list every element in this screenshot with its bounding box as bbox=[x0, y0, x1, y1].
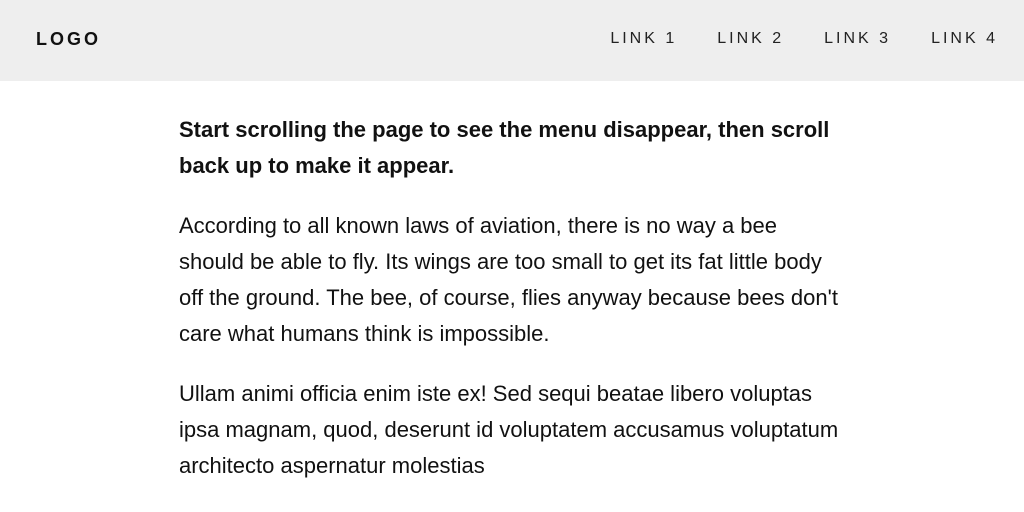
nav-item: LINK 4 bbox=[891, 28, 998, 50]
top-menu-bar: LOGO LINK 1 LINK 2 LINK 3 LINK 4 bbox=[0, 0, 1024, 81]
paragraph-1: According to all known laws of aviation,… bbox=[179, 213, 838, 346]
nav-link-3[interactable]: LINK 3 bbox=[824, 28, 891, 50]
intro-text: Start scrolling the page to see the menu… bbox=[179, 117, 830, 178]
main-content: Start scrolling the page to see the menu… bbox=[179, 112, 839, 508]
logo[interactable]: LOGO bbox=[36, 28, 101, 50]
paragraph-2: Ullam animi officia enim iste ex! Sed se… bbox=[179, 381, 839, 478]
nav-item: LINK 1 bbox=[610, 28, 677, 50]
nav-link-4[interactable]: LINK 4 bbox=[931, 28, 998, 50]
nav-menu: LINK 1 LINK 2 LINK 3 LINK 4 bbox=[610, 28, 998, 50]
nav-link-2[interactable]: LINK 2 bbox=[717, 28, 784, 50]
nav-link-1[interactable]: LINK 1 bbox=[610, 28, 677, 50]
page: LOGO LINK 1 LINK 2 LINK 3 LINK 4 Start s… bbox=[0, 0, 1024, 512]
nav-item: LINK 3 bbox=[784, 28, 891, 50]
nav-item: LINK 2 bbox=[677, 28, 784, 50]
